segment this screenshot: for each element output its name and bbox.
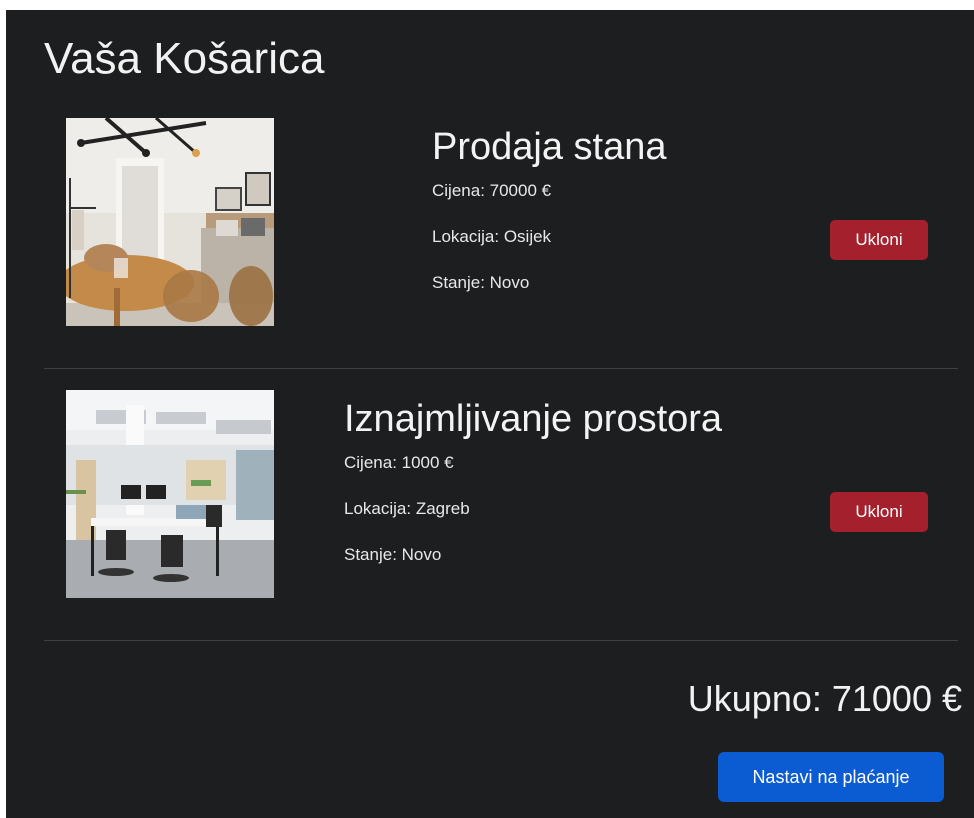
cart-total: Ukupno: 71000 € [687,678,962,719]
item-condition: Stanje: Novo [432,273,530,292]
remove-button[interactable]: Ukloni [830,220,928,260]
item-condition: Stanje: Novo [344,545,442,564]
item-title: Iznajmljivanje prostora [344,398,723,440]
office-photo-icon [66,390,274,598]
item-location: Lokacija: Zagreb [344,499,470,518]
item-location: Lokacija: Osijek [432,227,552,246]
cart-item: Iznajmljivanje prostora Cijena: 1000 € L… [44,380,958,648]
cart-item: Prodaja stana Cijena: 70000 € Lokacija: … [44,108,958,376]
item-info: Iznajmljivanje prostora Cijena: 1000 € L… [344,398,722,591]
item-title: Prodaja stana [432,126,667,168]
divider [44,640,958,641]
item-price: Cijena: 1000 € [344,453,454,472]
checkout-button[interactable]: Nastavi na plaćanje [718,752,944,802]
apartment-image [66,118,274,326]
page-title: Vaša Košarica [44,34,325,83]
item-info: Prodaja stana Cijena: 70000 € Lokacija: … [432,126,667,319]
apartment-photo-icon [66,118,274,326]
office-image [66,390,274,598]
divider [44,368,958,369]
remove-button[interactable]: Ukloni [830,492,928,532]
item-price: Cijena: 70000 € [432,181,552,200]
cart-panel: Vaša Košarica Prodaja stana Cijena: 7000… [6,10,974,818]
